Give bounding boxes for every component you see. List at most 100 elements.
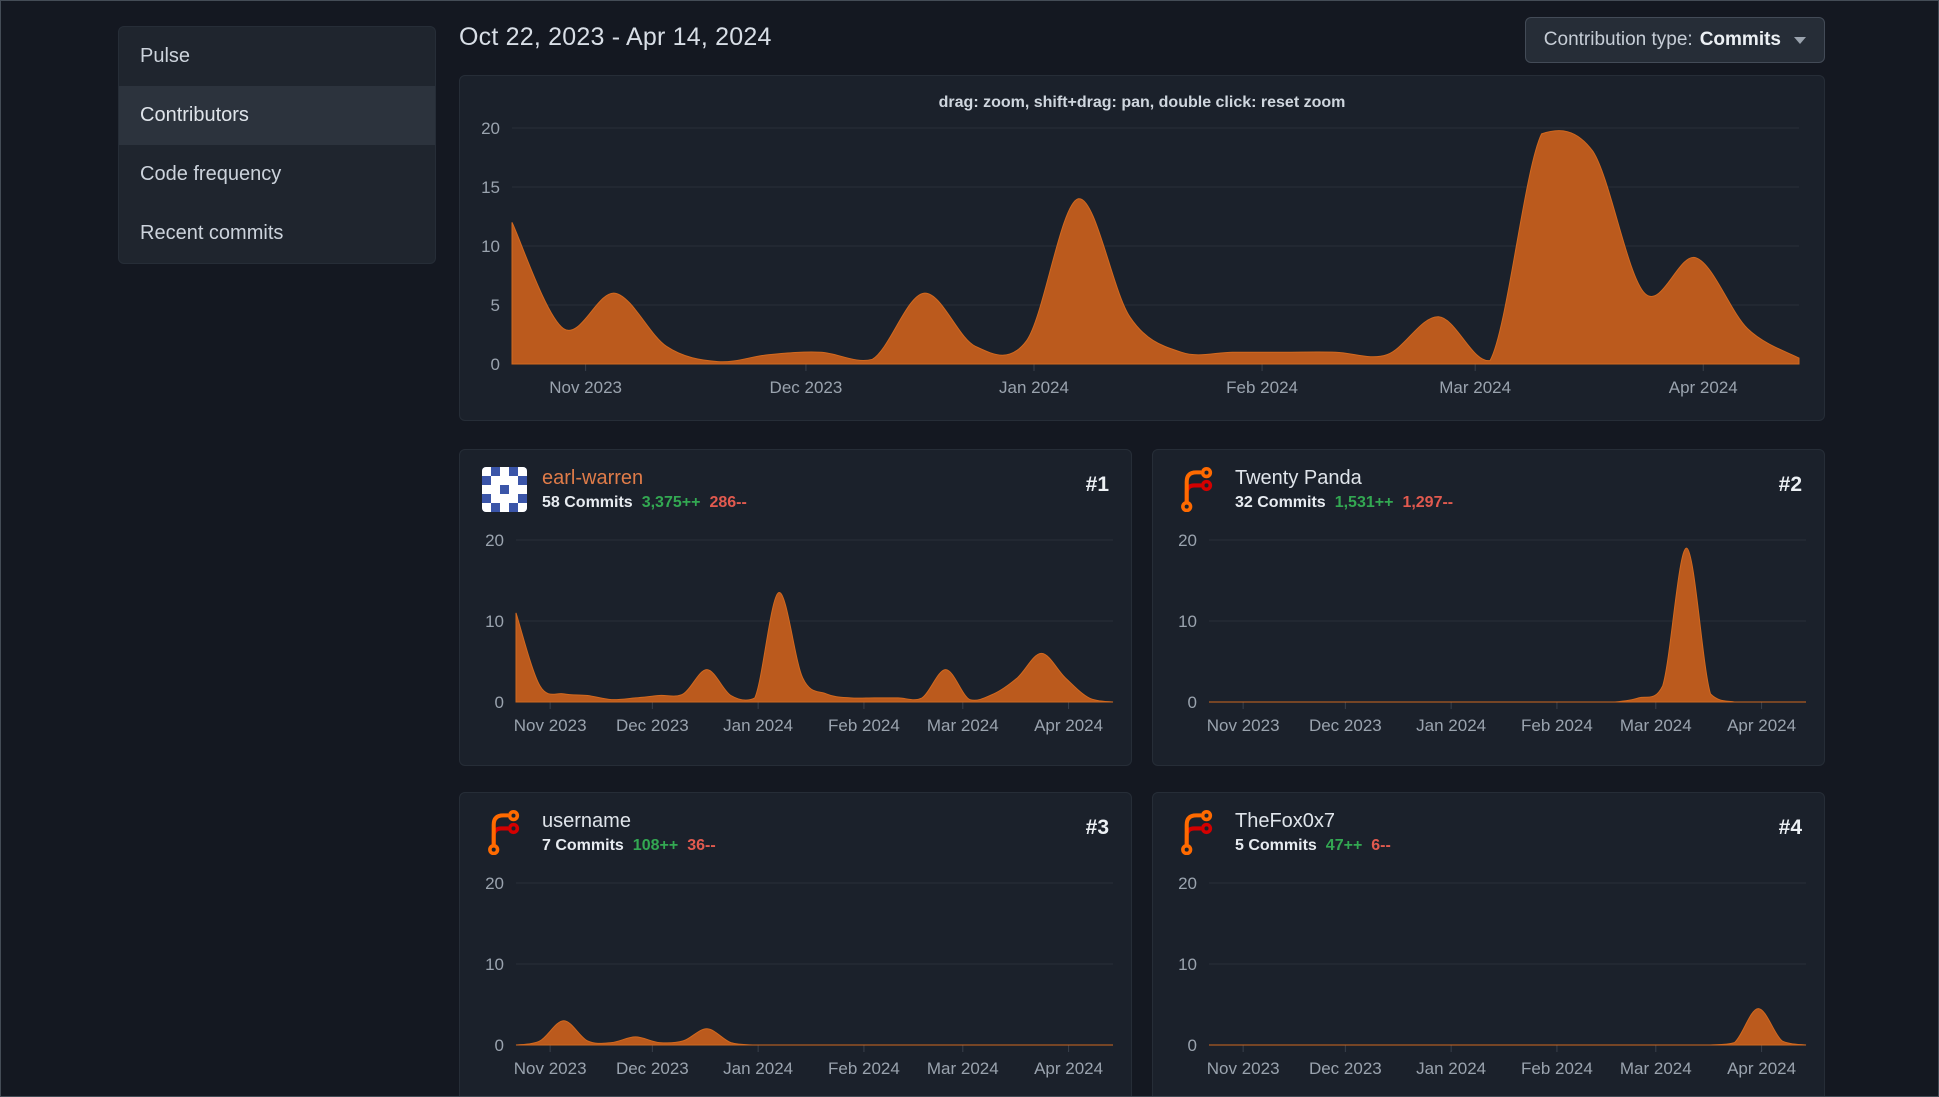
additions-count: 3,375++	[641, 494, 701, 511]
commit-count: 32 Commits	[1235, 494, 1326, 511]
svg-text:20: 20	[481, 120, 500, 138]
contributor-identity: TheFox0x7 5 Commits 47++ 6--	[1235, 810, 1391, 855]
svg-text:Nov 2023: Nov 2023	[514, 1059, 587, 1078]
contributor-avatar[interactable]	[482, 467, 527, 512]
svg-text:Dec 2023: Dec 2023	[1309, 716, 1382, 735]
svg-text:0: 0	[495, 1036, 504, 1055]
contributors-page: Pulse Contributors Code frequency Recent…	[0, 0, 1939, 1097]
contributor-card: TheFox0x7 5 Commits 47++ 6-- #4 0 10 20 Nov…	[1152, 792, 1825, 1096]
svg-text:5: 5	[491, 296, 500, 315]
svg-text:Nov 2023: Nov 2023	[1207, 716, 1280, 735]
rank-badge: #3	[1085, 816, 1109, 839]
contributor-stats: 32 Commits 1,531++ 1,297--	[1235, 494, 1453, 512]
svg-text:Dec 2023: Dec 2023	[1309, 1059, 1382, 1078]
additions-count: 47++	[1325, 837, 1363, 854]
svg-text:Jan 2024: Jan 2024	[1416, 1059, 1486, 1078]
svg-text:Mar 2024: Mar 2024	[1439, 378, 1511, 397]
svg-text:Apr 2024: Apr 2024	[1727, 716, 1796, 735]
svg-text:0: 0	[495, 693, 504, 712]
svg-text:10: 10	[485, 955, 504, 974]
svg-text:Jan 2024: Jan 2024	[723, 716, 793, 735]
svg-text:Mar 2024: Mar 2024	[927, 1059, 999, 1078]
svg-text:Nov 2023: Nov 2023	[1207, 1059, 1280, 1078]
contributor-cards-grid: earl-warren 58 Commits 3,375++ 286-- #1 …	[459, 449, 1825, 1096]
contributor-name[interactable]: earl-warren	[542, 467, 747, 490]
svg-text:15: 15	[481, 178, 500, 197]
contributor-activity-chart[interactable]: 0 10 20 Nov 2023 Dec 2023 Jan 2024 Feb 2024 Mar…	[1153, 522, 1824, 750]
svg-text:10: 10	[1178, 955, 1197, 974]
svg-text:Mar 2024: Mar 2024	[927, 716, 999, 735]
contributor-name[interactable]: username	[542, 810, 716, 833]
svg-text:Feb 2024: Feb 2024	[1226, 378, 1298, 397]
svg-text:Jan 2024: Jan 2024	[723, 1059, 793, 1078]
contributor-stats: 7 Commits 108++ 36--	[542, 837, 716, 855]
svg-text:Nov 2023: Nov 2023	[549, 378, 622, 397]
contributor-identity: earl-warren 58 Commits 3,375++ 286--	[542, 467, 747, 512]
additions-count: 1,531++	[1334, 494, 1394, 511]
svg-text:20: 20	[485, 874, 504, 893]
svg-text:Nov 2023: Nov 2023	[514, 716, 587, 735]
sidebar-item-code-frequency[interactable]: Code frequency	[119, 145, 435, 204]
contributor-card: username 7 Commits 108++ 36-- #3 0 10 20 No…	[459, 792, 1132, 1096]
contribution-type-value: Commits	[1699, 29, 1781, 50]
commit-count: 5 Commits	[1235, 837, 1317, 854]
svg-text:Apr 2024: Apr 2024	[1727, 1059, 1796, 1078]
chart-zoom-hint: drag: zoom, shift+drag: pan, double clic…	[938, 94, 1346, 111]
svg-text:20: 20	[1178, 874, 1197, 893]
svg-text:Apr 2024: Apr 2024	[1034, 1059, 1103, 1078]
contributor-name[interactable]: Twenty Panda	[1235, 467, 1453, 490]
chevron-down-icon	[1794, 36, 1806, 44]
contributor-card-header: Twenty Panda 32 Commits 1,531++ 1,297-- …	[1153, 450, 1824, 522]
deletions-count: 6--	[1371, 837, 1391, 854]
contributor-card-header: TheFox0x7 5 Commits 47++ 6-- #4	[1153, 793, 1824, 865]
svg-text:10: 10	[485, 612, 504, 631]
contributor-card: earl-warren 58 Commits 3,375++ 286-- #1 …	[459, 449, 1132, 766]
svg-text:Feb 2024: Feb 2024	[1521, 1059, 1593, 1078]
deletions-count: 1,297--	[1402, 494, 1454, 511]
commit-count: 7 Commits	[542, 837, 624, 854]
svg-text:Feb 2024: Feb 2024	[1521, 716, 1593, 735]
contributor-avatar[interactable]	[1175, 467, 1220, 512]
contribution-type-dropdown[interactable]: Contribution type: Commits	[1524, 17, 1825, 63]
sidebar-item-pulse[interactable]: Pulse	[119, 27, 435, 86]
svg-text:Mar 2024: Mar 2024	[1620, 716, 1692, 735]
contributor-stats: 5 Commits 47++ 6--	[1235, 837, 1391, 855]
rank-badge: #1	[1085, 473, 1109, 496]
main-content: Oct 22, 2023 - Apr 14, 2024 Contribution…	[459, 1, 1825, 1096]
additions-count: 108++	[632, 837, 679, 854]
overall-activity-chart[interactable]: 0 5 10 15 20 Nov 2023 Dec 2023 Jan 2024 Feb 2024…	[460, 120, 1824, 418]
svg-text:Dec 2023: Dec 2023	[770, 378, 843, 397]
rank-badge: #4	[1778, 816, 1802, 839]
contributor-name[interactable]: TheFox0x7	[1235, 810, 1391, 833]
overall-chart-card: drag: zoom, shift+drag: pan, double clic…	[459, 75, 1825, 421]
contributor-activity-chart[interactable]: 0 10 20 Nov 2023 Dec 2023 Jan 2024 Feb 2024 Mar…	[460, 522, 1131, 750]
svg-text:20: 20	[1178, 531, 1197, 550]
svg-text:Jan 2024: Jan 2024	[1416, 716, 1486, 735]
sidebar-menu: Pulse Contributors Code frequency Recent…	[118, 26, 436, 264]
svg-text:20: 20	[485, 531, 504, 550]
sidebar-item-contributors[interactable]: Contributors	[119, 86, 435, 145]
svg-text:Mar 2024: Mar 2024	[1620, 1059, 1692, 1078]
deletions-count: 36--	[687, 837, 716, 854]
svg-text:10: 10	[481, 237, 500, 256]
svg-text:Apr 2024: Apr 2024	[1034, 716, 1103, 735]
svg-text:Feb 2024: Feb 2024	[828, 1059, 900, 1078]
svg-text:Apr 2024: Apr 2024	[1669, 378, 1738, 397]
contributor-activity-chart[interactable]: 0 10 20 Nov 2023 Dec 2023 Jan 2024 Feb 2024 Mar…	[1153, 865, 1824, 1093]
contributor-card-header: username 7 Commits 108++ 36-- #3	[460, 793, 1131, 865]
contributor-identity: Twenty Panda 32 Commits 1,531++ 1,297--	[1235, 467, 1453, 512]
svg-text:Dec 2023: Dec 2023	[616, 716, 689, 735]
svg-text:0: 0	[1188, 693, 1197, 712]
contributor-identity: username 7 Commits 108++ 36--	[542, 810, 716, 855]
svg-text:Dec 2023: Dec 2023	[616, 1059, 689, 1078]
contributor-avatar[interactable]	[482, 810, 527, 855]
svg-text:Jan 2024: Jan 2024	[999, 378, 1069, 397]
contributor-activity-chart[interactable]: 0 10 20 Nov 2023 Dec 2023 Jan 2024 Feb 2024 Mar…	[460, 865, 1131, 1093]
commit-count: 58 Commits	[542, 494, 633, 511]
contributor-avatar[interactable]	[1175, 810, 1220, 855]
svg-text:0: 0	[1188, 1036, 1197, 1055]
contribution-type-label: Contribution type:	[1543, 29, 1693, 50]
sidebar-item-recent-commits[interactable]: Recent commits	[119, 204, 435, 263]
date-range-title: Oct 22, 2023 - Apr 14, 2024	[459, 23, 772, 51]
deletions-count: 286--	[709, 494, 747, 511]
